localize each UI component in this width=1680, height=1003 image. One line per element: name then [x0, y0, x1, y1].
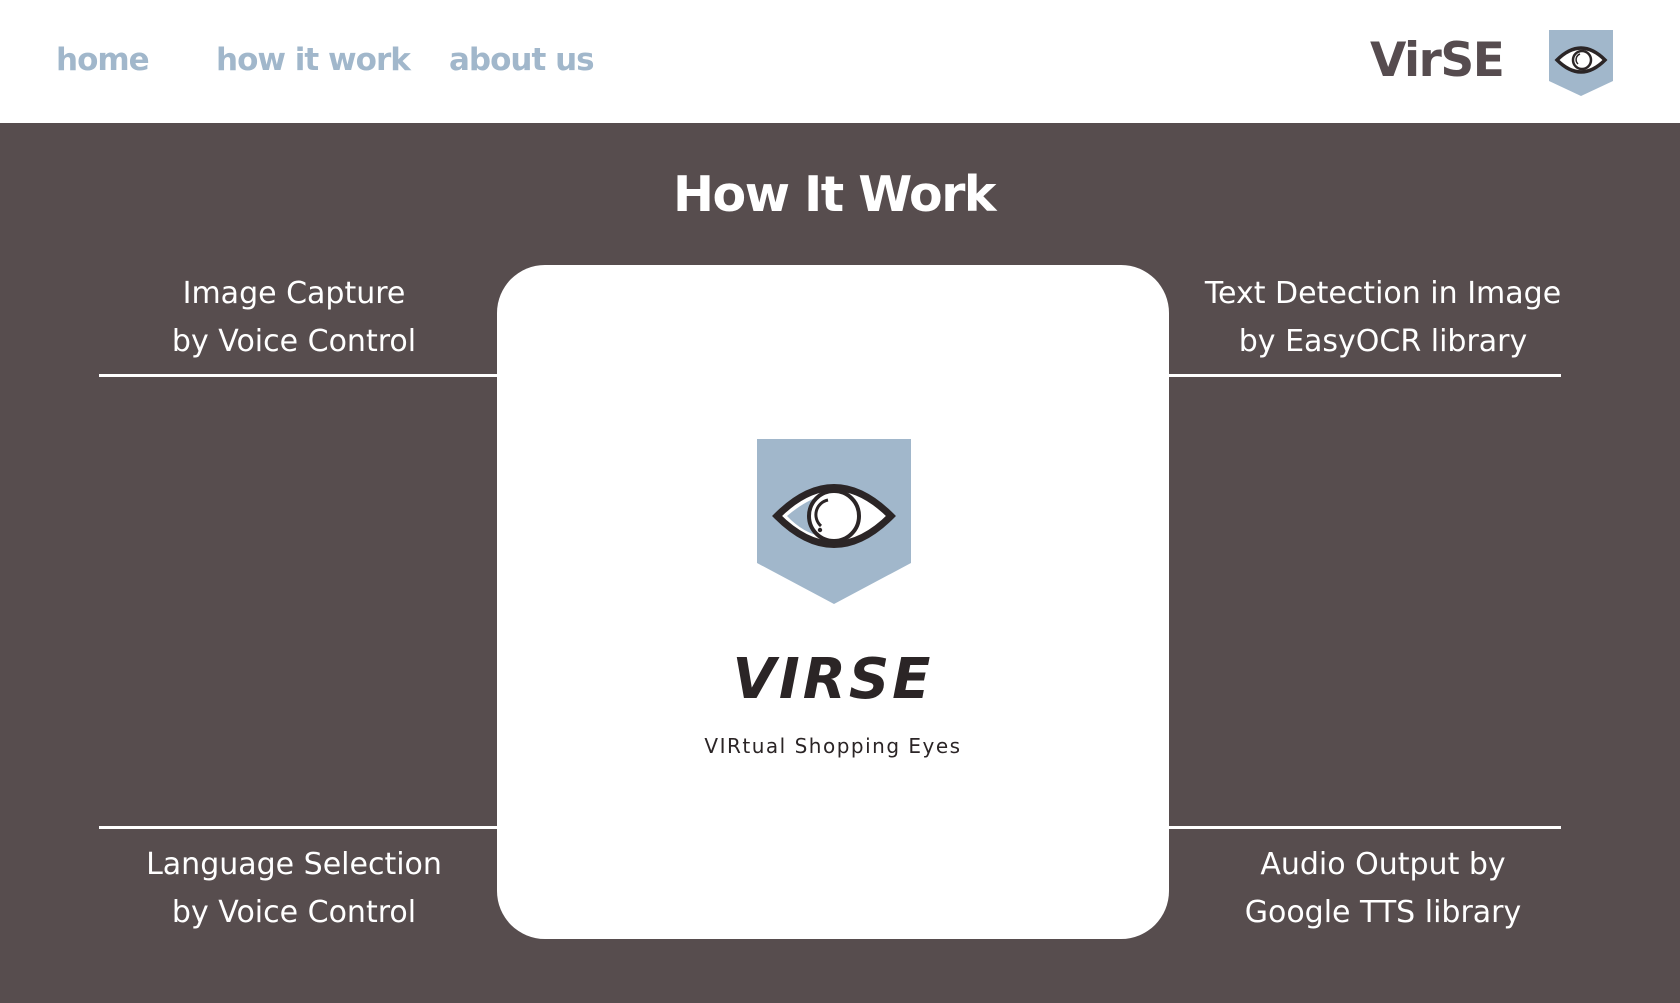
eye-icon	[757, 439, 911, 604]
divider-line	[99, 826, 499, 829]
feature-line: Google TTS library	[1244, 895, 1522, 930]
section-title: How It Work	[673, 166, 996, 223]
divider-line	[99, 374, 499, 377]
top-navigation-bar: home how it work about us VirSE	[0, 0, 1680, 123]
divider-line	[1168, 374, 1561, 377]
feature-audio-output: Audio Output by Google TTS library	[1183, 841, 1583, 937]
feature-line: by EasyOCR library	[1238, 324, 1528, 359]
feature-text-detection: Text Detection in Image by EasyOCR libra…	[1183, 270, 1583, 366]
brand-logo-eye-icon	[1549, 30, 1613, 96]
nav-link-about-us[interactable]: about us	[449, 42, 595, 78]
divider-line	[1168, 826, 1561, 829]
brand-name: VirSE	[1370, 33, 1505, 88]
nav-link-how-it-work[interactable]: how it work	[216, 42, 411, 78]
logo-tagline: VIRtual Shopping Eyes	[704, 734, 962, 758]
feature-line: by Voice Control	[171, 895, 417, 930]
logo-wordmark: VIRSE	[732, 647, 934, 712]
feature-line: by Voice Control	[171, 324, 417, 359]
feature-line: Image Capture	[182, 276, 406, 311]
logo-card: VIRSE VIRtual Shopping Eyes	[497, 265, 1169, 939]
feature-line: Language Selection	[146, 847, 442, 882]
feature-image-capture: Image Capture by Voice Control	[94, 270, 494, 366]
feature-language-selection: Language Selection by Voice Control	[94, 841, 494, 937]
feature-line: Text Detection in Image	[1204, 276, 1562, 311]
feature-line: Audio Output by	[1260, 847, 1506, 882]
nav-link-home[interactable]: home	[56, 42, 150, 78]
